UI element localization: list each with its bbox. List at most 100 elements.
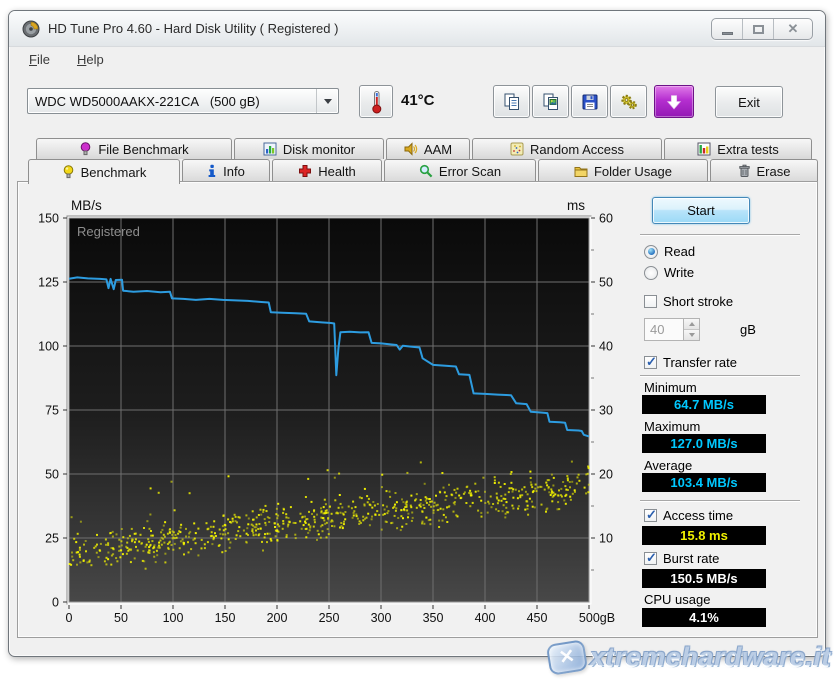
tab-extra-tests[interactable]: Extra tests bbox=[664, 138, 812, 159]
svg-text:ms: ms bbox=[567, 198, 585, 213]
tab-row-primary: Benchmark Info Health Error Scan Folder … bbox=[28, 159, 820, 184]
tab-label: Erase bbox=[756, 163, 791, 179]
tab-benchmark[interactable]: Benchmark bbox=[28, 159, 180, 184]
copy-text-button[interactable] bbox=[493, 85, 530, 118]
svg-text:450: 450 bbox=[527, 611, 548, 625]
close-button[interactable]: ✕ bbox=[774, 19, 812, 39]
svg-text:Registered: Registered bbox=[77, 224, 140, 239]
window-title: HD Tune Pro 4.60 - Hard Disk Utility ( R… bbox=[48, 21, 339, 36]
options-button[interactable] bbox=[610, 85, 647, 118]
tab-health[interactable]: Health bbox=[272, 159, 382, 182]
access-time-checkbox[interactable]: Access time bbox=[644, 507, 734, 523]
svg-text:30: 30 bbox=[599, 404, 613, 418]
tab-label: Extra tests bbox=[717, 141, 779, 157]
watermark: ✕ xtremehardware.it bbox=[545, 639, 831, 676]
short-stroke-checkbox[interactable]: Short stroke bbox=[644, 294, 733, 309]
svg-text:350: 350 bbox=[423, 611, 444, 625]
toolbar: WDC WD5000AAKX-221CA (500 gB) 41°C Exit bbox=[9, 71, 825, 123]
short-stroke-size-stepper[interactable]: 40 bbox=[644, 318, 700, 341]
svg-text:40: 40 bbox=[599, 340, 613, 354]
separator bbox=[640, 500, 800, 501]
benchmark-panel: Registered MB/s ms 150 125 100 75 50 25 0 60 50 40 30… bbox=[17, 181, 818, 638]
tab-label: Health bbox=[318, 163, 356, 179]
read-radio[interactable]: Read bbox=[644, 244, 695, 259]
stepper-up[interactable] bbox=[684, 319, 699, 330]
save-button[interactable] bbox=[571, 85, 608, 118]
access-time-label: Access time bbox=[663, 508, 734, 523]
svg-text:125: 125 bbox=[38, 276, 59, 290]
stepper-arrows[interactable] bbox=[684, 318, 700, 341]
drive-select[interactable]: WDC WD5000AAKX-221CA (500 gB) bbox=[27, 88, 339, 114]
arrow-down-icon bbox=[688, 333, 695, 337]
svg-text:400: 400 bbox=[475, 611, 496, 625]
tab-folder-usage[interactable]: Folder Usage bbox=[538, 159, 708, 182]
access-time-value: 15.8 ms bbox=[642, 526, 766, 545]
short-stroke-size-value[interactable]: 40 bbox=[644, 318, 684, 341]
cpu-usage-label: CPU usage bbox=[644, 592, 711, 607]
svg-text:25: 25 bbox=[45, 532, 59, 546]
tab-erase[interactable]: Erase bbox=[710, 159, 818, 182]
burst-rate-checkbox[interactable]: Burst rate bbox=[644, 550, 720, 566]
tab-aam[interactable]: AAM bbox=[386, 138, 470, 159]
trash-icon bbox=[738, 164, 750, 177]
tab-file-benchmark[interactable]: File Benchmark bbox=[36, 138, 232, 159]
gears-icon bbox=[620, 94, 637, 109]
maximize-button[interactable] bbox=[743, 19, 774, 39]
download-button[interactable] bbox=[654, 85, 694, 118]
bulb-yellow-icon bbox=[63, 165, 73, 179]
separator bbox=[640, 234, 800, 235]
folder-icon bbox=[574, 166, 588, 177]
svg-text:250: 250 bbox=[319, 611, 340, 625]
watermark-text: xtremehardware.it bbox=[589, 642, 831, 672]
svg-text:50: 50 bbox=[45, 468, 59, 482]
stepper-down[interactable] bbox=[684, 330, 699, 340]
menu-help[interactable]: Help bbox=[77, 52, 104, 67]
exit-button[interactable]: Exit bbox=[715, 86, 783, 118]
copy-image-button[interactable] bbox=[532, 85, 569, 118]
transfer-rate-checkbox[interactable]: Transfer rate bbox=[644, 354, 737, 370]
minimize-button[interactable] bbox=[712, 19, 743, 39]
app-logo-icon bbox=[22, 20, 40, 37]
radio-icon bbox=[644, 244, 658, 259]
drive-select-value: WDC WD5000AAKX-221CA (500 gB) bbox=[35, 93, 260, 109]
tab-info[interactable]: Info bbox=[182, 159, 270, 182]
temperature-value: 41°C bbox=[401, 92, 435, 109]
svg-text:0: 0 bbox=[52, 596, 59, 610]
app-window: HD Tune Pro 4.60 - Hard Disk Utility ( R… bbox=[8, 10, 826, 657]
svg-text:50: 50 bbox=[114, 611, 128, 625]
svg-text:200: 200 bbox=[267, 611, 288, 625]
watermark-logo-icon: ✕ bbox=[545, 639, 589, 676]
svg-text:100: 100 bbox=[38, 340, 59, 354]
short-stroke-unit: gB bbox=[740, 322, 756, 337]
svg-text:500gB: 500gB bbox=[579, 611, 615, 625]
tab-disk-monitor[interactable]: Disk monitor bbox=[234, 138, 384, 159]
read-radio-label: Read bbox=[664, 244, 696, 259]
maximize-icon bbox=[752, 24, 764, 34]
temperature-button[interactable] bbox=[359, 85, 393, 118]
arrow-up-icon bbox=[688, 322, 695, 326]
minimize-icon bbox=[721, 32, 733, 35]
tab-label: File Benchmark bbox=[98, 141, 189, 157]
cpu-usage-value: 4.1% bbox=[642, 608, 766, 627]
write-radio[interactable]: Write bbox=[644, 265, 694, 280]
checkbox-icon bbox=[644, 354, 657, 370]
svg-text:10: 10 bbox=[599, 532, 613, 546]
tab-error-scan[interactable]: Error Scan bbox=[384, 159, 536, 182]
menu-file[interactable]: File bbox=[29, 52, 50, 67]
burst-rate-value: 150.5 MB/s bbox=[642, 569, 766, 588]
thermometer-icon bbox=[371, 90, 381, 113]
svg-text:MB/s: MB/s bbox=[71, 198, 102, 213]
start-button[interactable]: Start bbox=[652, 197, 750, 224]
tab-label: Disk monitor bbox=[282, 141, 356, 157]
tab-random-access[interactable]: Random Access bbox=[472, 138, 662, 159]
svg-text:50: 50 bbox=[599, 276, 613, 290]
title-bar: HD Tune Pro 4.60 - Hard Disk Utility ( R… bbox=[9, 11, 825, 47]
minimum-label: Minimum bbox=[644, 380, 697, 395]
bulb-purple-icon bbox=[81, 142, 91, 156]
tab-row-secondary: File Benchmark Disk monitor AAM Random A… bbox=[36, 138, 814, 159]
svg-text:60: 60 bbox=[599, 212, 613, 226]
burst-rate-label: Burst rate bbox=[663, 551, 720, 566]
magnifier-icon bbox=[419, 164, 433, 178]
svg-text:75: 75 bbox=[45, 404, 59, 418]
radio-icon bbox=[644, 265, 658, 280]
